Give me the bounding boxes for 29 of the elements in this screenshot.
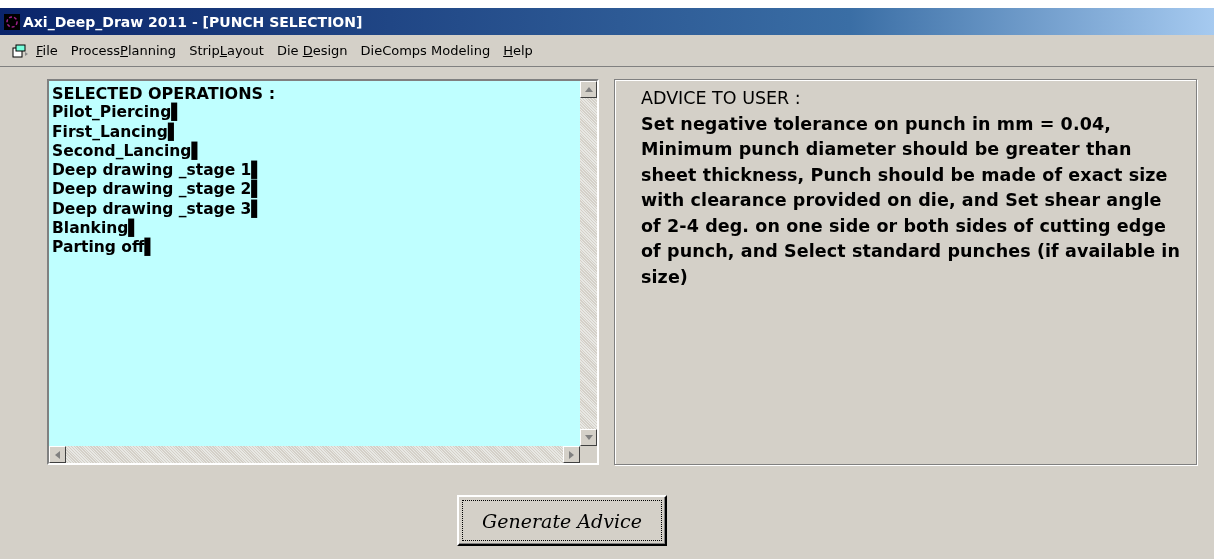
operation-item: Parting off▌: [52, 238, 158, 258]
menu-item[interactable]: Die Design: [276, 43, 348, 58]
generate-advice-button[interactable]: Generate Advice: [457, 495, 667, 546]
scroll-right-button[interactable]: [563, 446, 580, 463]
vertical-scrollbar[interactable]: [580, 81, 597, 446]
menu-item[interactable]: StripLayout: [189, 43, 264, 58]
down-arrow-icon: [584, 435, 593, 440]
horizontal-scrollbar[interactable]: [49, 446, 580, 463]
left-arrow-icon: [55, 450, 60, 459]
up-arrow-icon: [584, 87, 593, 92]
menu-item[interactable]: ProcessPlanning: [70, 43, 177, 58]
advice-heading: ADVICE TO USER :: [641, 87, 802, 110]
operation-item: First_Lancing▌: [52, 122, 180, 141]
menu-item[interactable]: DieComps Modeling: [360, 43, 491, 58]
operation-item: Deep drawing _stage 2▌: [52, 180, 265, 200]
right-arrow-icon: [569, 450, 574, 459]
list-heading: SELECTED OPERATIONS :: [52, 84, 277, 103]
scroll-down-button[interactable]: [580, 429, 597, 446]
operation-item: Deep drawing _stage 3▌: [52, 199, 265, 219]
window-title: Axi_Deep_Draw 2011 - [PUNCH SELECTION]: [23, 13, 363, 30]
document-icon[interactable]: [12, 43, 28, 58]
scroll-up-button[interactable]: [580, 81, 597, 98]
app-icon: [4, 13, 20, 30]
scroll-left-button[interactable]: [49, 446, 66, 463]
advice-text: Set negative tolerance on punch in mm = 0.04, Minimum punch diameter should be greater than sheet thickness, Punch should be made of exact size with clearance provided on die, and Set shear angle of 2-4 deg. on one side or both sides of cutting edge of punch, and Select standard punches (if available in size): [641, 112, 1181, 289]
menu-item[interactable]: Help: [503, 43, 533, 58]
operation-item: Blanking▌: [52, 219, 141, 238]
menu-item[interactable]: File: [36, 43, 58, 58]
operation-item: Second_Lancing▌: [52, 141, 205, 162]
